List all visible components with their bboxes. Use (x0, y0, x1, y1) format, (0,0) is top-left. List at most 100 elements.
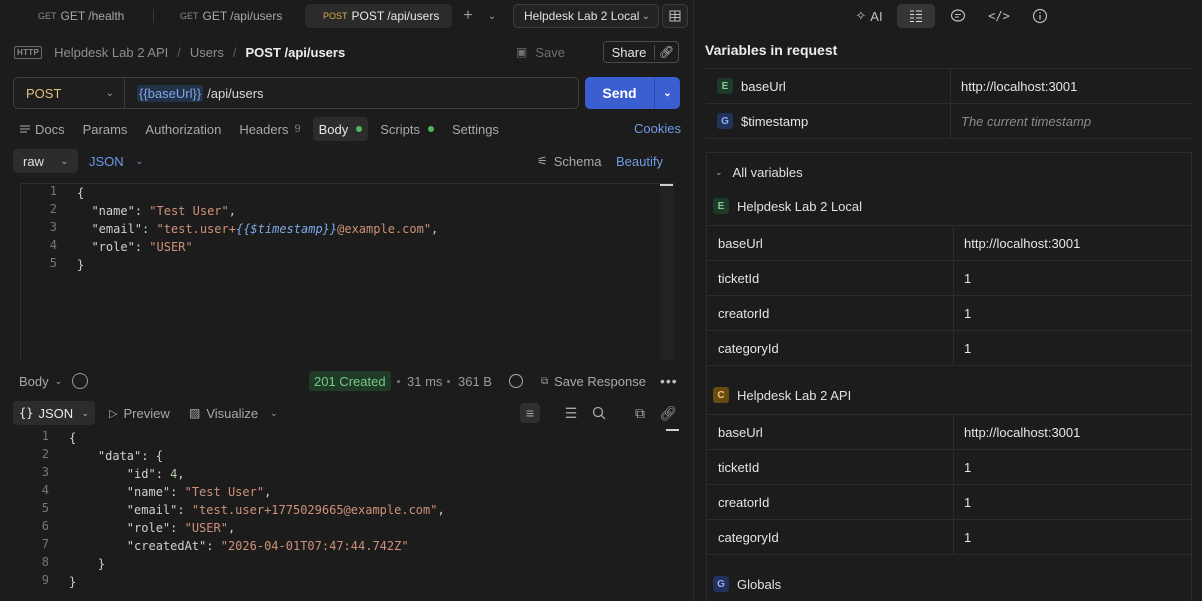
ai-button[interactable]: ✧ AI (850, 4, 888, 28)
status-badge[interactable]: 201 Created (309, 371, 391, 391)
globe-icon[interactable] (509, 374, 523, 388)
http-request-icon: HTTP (14, 45, 43, 59)
tab-params[interactable]: Params (77, 117, 134, 141)
all-variables-toggle[interactable]: ⌄ All variables (715, 165, 803, 180)
variable-row[interactable]: ticketId 1 (707, 450, 1191, 485)
tab-headers[interactable]: Headers 9 (233, 117, 306, 141)
variable-row[interactable]: G $timestamp The current timestamp (706, 104, 1192, 139)
body-mode-select[interactable]: raw ⌄ (13, 149, 78, 173)
json-string: "USER" (149, 240, 193, 254)
collection-variables-table: baseUrl http://localhost:3001 ticketId 1 c… (707, 414, 1191, 555)
tab-body[interactable]: Body (312, 117, 369, 141)
tab-authorization[interactable]: Authorization (139, 117, 227, 141)
search-icon[interactable] (589, 403, 609, 423)
preview-button[interactable]: ▷ Preview (109, 401, 170, 425)
variable-row[interactable]: E baseUrl http://localhost:3001 (706, 69, 1192, 104)
comments-icon[interactable] (948, 4, 968, 28)
tab-post-users[interactable]: POST POST /api/users (305, 4, 452, 28)
variable-value[interactable]: 1 (954, 306, 971, 321)
info-icon[interactable] (1030, 4, 1050, 28)
json-key: "data" (97, 449, 142, 463)
breadcrumb-collection[interactable]: Helpdesk Lab 2 API (54, 45, 168, 60)
variable-row[interactable]: baseUrl http://localhost:3001 (707, 226, 1191, 261)
variable-group-header[interactable]: G Globals (713, 574, 781, 594)
variable-value[interactable]: 1 (954, 341, 971, 356)
environment-select[interactable]: Helpdesk Lab 2 Local ⌄ (513, 4, 659, 28)
variables-panel-button[interactable] (897, 4, 935, 28)
code-icon[interactable]: </> (988, 4, 1010, 28)
response-body-select[interactable]: Body ⌄ (19, 370, 62, 392)
response-body-viewer[interactable]: 1 2 3 4 5 6 7 8 9 { "data": { "id": 4, "… (13, 429, 680, 601)
schema-button[interactable]: ⚟ Schema (537, 149, 601, 173)
request-body-editor[interactable]: 1 2 3 4 5 { "name": "Test User", "email"… (20, 183, 674, 360)
breadcrumb-current-request[interactable]: POST /api/users (246, 45, 346, 60)
response-time[interactable]: 31 ms (407, 370, 442, 392)
response-size[interactable]: 361 B (458, 370, 492, 392)
wrap-lines-icon[interactable]: ≡ (520, 403, 540, 423)
tab-get-users[interactable]: GET GET /api/users (180, 4, 282, 28)
variables-panel-title: Variables in request (705, 42, 838, 58)
response-scrollbar[interactable] (666, 429, 680, 601)
template-variable[interactable]: {{$timestamp}} (236, 222, 337, 236)
tab-scripts[interactable]: Scripts (374, 117, 440, 141)
tabs-chevron-down-icon[interactable]: ⌄ (482, 6, 502, 26)
variable-value[interactable]: http://localhost:3001 (954, 236, 1080, 251)
variable-value[interactable]: http://localhost:3001 (951, 79, 1077, 94)
save-response-button[interactable]: ⧉ Save Response (541, 370, 646, 392)
variable-value[interactable]: 1 (954, 271, 971, 286)
variable-row[interactable]: creatorId 1 (707, 296, 1191, 331)
code-line: } (69, 557, 106, 571)
response-format-select[interactable]: {} JSON ⌄ (13, 401, 95, 425)
scrollbar-thumb[interactable] (666, 429, 679, 431)
method-select[interactable]: POST ⌄ (14, 78, 125, 108)
more-options-icon[interactable]: ••• (660, 370, 678, 392)
tab-docs[interactable]: Docs (13, 117, 71, 141)
variable-value[interactable]: http://localhost:3001 (954, 425, 1080, 440)
variable-row[interactable]: creatorId 1 (707, 485, 1191, 520)
variable-row[interactable]: categoryId 1 (707, 331, 1191, 366)
copy-icon[interactable]: ⧉ (630, 403, 650, 423)
copy-link-icon[interactable]: 🔗︎ (655, 45, 678, 59)
tab-get-health[interactable]: GET GET /health (38, 4, 124, 28)
breadcrumb-folder[interactable]: Users (190, 45, 224, 60)
link-icon[interactable]: 🔗︎ (658, 403, 678, 423)
variable-value[interactable]: 1 (954, 495, 971, 510)
tab-settings[interactable]: Settings (446, 117, 505, 141)
line-number: 7 (41, 537, 49, 551)
history-icon[interactable] (72, 373, 88, 389)
tab-label: GET /api/users (202, 9, 283, 23)
tab-body-label: Body (318, 121, 349, 137)
visualize-button[interactable]: ▨ Visualize ⌄ (189, 401, 278, 425)
variable-value[interactable]: 1 (954, 530, 971, 545)
braces-icon: {} (19, 406, 34, 420)
send-options-chevron-icon[interactable]: ⌄ (654, 77, 680, 109)
body-language-select[interactable]: JSON ⌄ (89, 149, 143, 173)
beautify-button[interactable]: Beautify (616, 149, 663, 173)
cookies-link[interactable]: Cookies (634, 121, 681, 136)
environment-quick-look-button[interactable] (662, 4, 688, 28)
new-tab-plus-icon[interactable]: + (458, 6, 478, 26)
send-button[interactable]: Send ⌄ (585, 77, 680, 109)
variable-name-cell: G $timestamp (706, 104, 951, 138)
variable-name: $timestamp (741, 113, 809, 129)
share-button[interactable]: Share 🔗︎ (603, 41, 679, 63)
variable-value[interactable]: 1 (954, 460, 971, 475)
save-label: Save (535, 44, 565, 60)
json-key: "name" (91, 204, 135, 218)
filter-icon[interactable]: ☰ (561, 403, 581, 423)
variable-row[interactable]: baseUrl http://localhost:3001 (707, 415, 1191, 450)
chevron-down-icon: ⌄ (105, 87, 114, 99)
line-number: 9 (41, 573, 49, 587)
editor-scrollbar[interactable] (660, 184, 674, 360)
variable-row[interactable]: ticketId 1 (707, 261, 1191, 296)
url-variable[interactable]: {{baseUrl}} (137, 84, 204, 102)
variable-row[interactable]: categoryId 1 (707, 520, 1191, 555)
variable-group-header[interactable]: C Helpdesk Lab 2 API (713, 385, 851, 405)
url-input[interactable]: {{baseUrl}}/api/users (125, 84, 264, 102)
scrollbar-thumb[interactable] (660, 184, 673, 186)
variable-group-header[interactable]: E Helpdesk Lab 2 Local (713, 196, 862, 216)
code-line: "role": "USER" (91, 240, 193, 254)
chevron-down-icon: ⌄ (715, 167, 723, 177)
variable-name: creatorId (707, 296, 954, 330)
save-button[interactable]: ▣ Save (516, 41, 565, 63)
